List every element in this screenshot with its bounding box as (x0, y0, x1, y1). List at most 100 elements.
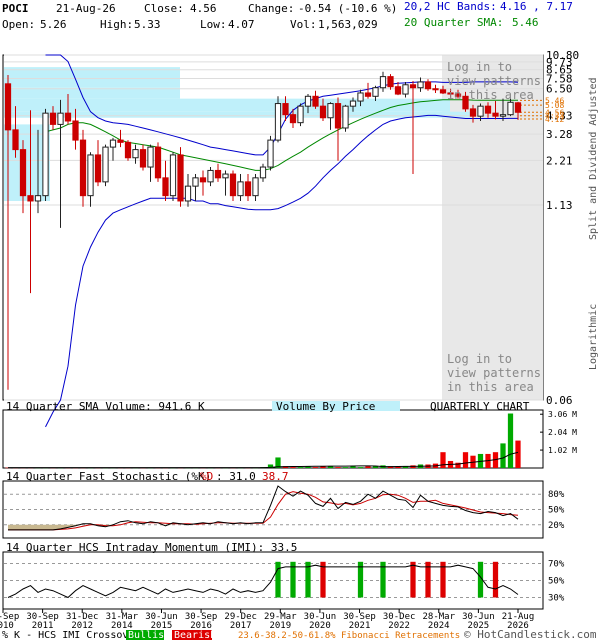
candle-body (12, 129, 19, 151)
momentum-panel: 14 Quarter HCS Intraday Momentum (IMI): … (2, 541, 565, 610)
candle-body (312, 95, 319, 107)
price-tick-label: 1.13 (546, 199, 573, 212)
momentum-tick-label: 30% (548, 594, 565, 604)
stochastic-d-value: 38.7 (262, 470, 289, 483)
volume-bar (357, 467, 364, 468)
candle-body (169, 154, 177, 197)
candle-body (394, 86, 402, 95)
candle-body (319, 105, 327, 119)
candle-body (49, 112, 57, 125)
volume-panel-frame (2, 409, 544, 469)
candle-body (162, 177, 169, 197)
candle-body (192, 177, 199, 187)
momentum-tick-label: 50% (548, 577, 565, 587)
volume-bar (365, 466, 371, 468)
price-tick-label: 3.28 (546, 128, 573, 141)
candle-body (132, 149, 139, 159)
date-tick-year: 2017 (230, 621, 252, 631)
volume-tick-label: 2.04 M (548, 428, 577, 437)
candle-body (274, 103, 282, 141)
login-top-line-3[interactable]: in this area (447, 88, 534, 102)
candle-body (94, 154, 102, 183)
candle-body (207, 169, 214, 183)
candle-body (342, 105, 349, 129)
price-tick-label: 6.50 (546, 83, 573, 96)
candle-body (514, 102, 522, 113)
candle-body (349, 100, 357, 107)
candle-body (102, 146, 109, 183)
date-tick-year: 2019 (269, 621, 291, 631)
login-bottom-line-1[interactable]: Log in to (447, 352, 512, 366)
copyright[interactable]: © HotCandlestick.com (464, 628, 597, 640)
stochastic-title: 14 Quarter Fast Stochastic (%K) (6, 470, 211, 483)
login-bottom-line-2[interactable]: view patterns (447, 366, 541, 380)
candle-body (259, 166, 267, 179)
stochastic-tick-label: 50% (548, 506, 565, 516)
candle-body (237, 181, 244, 197)
candle-body (244, 181, 252, 197)
candle-body (147, 146, 154, 168)
candle-body (229, 173, 237, 197)
candle-body (4, 83, 12, 131)
login-top-line-2[interactable]: view patterns (447, 74, 541, 88)
volume-bar (342, 467, 349, 468)
login-top-line-1[interactable]: Log in to (447, 60, 512, 74)
candle-body (409, 84, 417, 89)
candle-body (139, 149, 147, 168)
volume-bar (290, 467, 296, 468)
candle-body (72, 120, 79, 141)
candle-body (19, 149, 27, 197)
bearish-badge: Bearish (174, 630, 216, 640)
login-bottom-line-3[interactable]: in this area (447, 380, 534, 394)
candle-body (499, 114, 507, 117)
candle-body (477, 105, 484, 117)
price-panel: 10.809.738.657.586.504.333.282.211.130.0… (2, 49, 579, 428)
stochastic-oversold-fill (8, 524, 263, 530)
volume-axis: 3.06 M 2.04 M 1.02 M (540, 410, 577, 455)
candle-body (484, 105, 492, 114)
candle-body (469, 108, 477, 117)
candle-body (492, 112, 499, 117)
quarterly-chart-label: QUARTERLY CHART (430, 400, 530, 413)
bullish-badge: Bullish (128, 630, 170, 640)
stochastic-tick-label: 80% (548, 490, 565, 500)
candle-body (507, 101, 514, 116)
candle-body (199, 177, 207, 183)
candle-body (87, 154, 94, 197)
volume-bar (312, 467, 319, 468)
price-tick-label: 0.06 (546, 394, 573, 407)
candle-body (357, 92, 364, 102)
price-tick-label: 2.21 (546, 154, 573, 167)
candle-body (184, 185, 192, 202)
date-tick-year: 2022 (388, 621, 410, 631)
candle-body (124, 141, 132, 159)
volume-tick-label: 3.06 M (548, 410, 577, 419)
candle-body (402, 84, 409, 95)
candle-body (57, 112, 64, 125)
candle-body (42, 112, 49, 197)
stochastic-d-label: %D (200, 470, 213, 483)
candle-body (364, 92, 372, 97)
stochastic-panel: 14 Quarter Fast Stochastic (%K) %D : 31.… (2, 470, 565, 539)
candle-body (304, 95, 312, 107)
volume-bar (440, 452, 446, 468)
login-shade-area (442, 55, 543, 400)
candle-body (387, 76, 394, 88)
momentum-title: 14 Quarter HCS Intraday Momentum (IMI): … (6, 541, 297, 554)
candle-body (282, 103, 289, 116)
candle-body (417, 81, 424, 89)
volume-bars (5, 413, 521, 469)
volume-title: 14 Quarter SMA Volume: 941.6 K (6, 400, 205, 413)
candle-body (79, 139, 87, 197)
date-tick-year: 2021 (349, 621, 371, 631)
candle-body (439, 89, 447, 94)
volume-by-price-title: Volume By Price (276, 400, 375, 413)
date-tick-year: 2024 (428, 621, 450, 631)
volume-bar (500, 443, 506, 468)
candle-body (252, 177, 259, 197)
volume-panel: 14 Quarter SMA Volume: 941.6 K Volume By… (2, 400, 577, 469)
stock-chart: 10.809.738.657.586.504.333.282.211.130.0… (0, 49, 597, 640)
volume-bar (335, 467, 341, 468)
candle-body (424, 81, 432, 90)
candle-body (34, 195, 42, 202)
